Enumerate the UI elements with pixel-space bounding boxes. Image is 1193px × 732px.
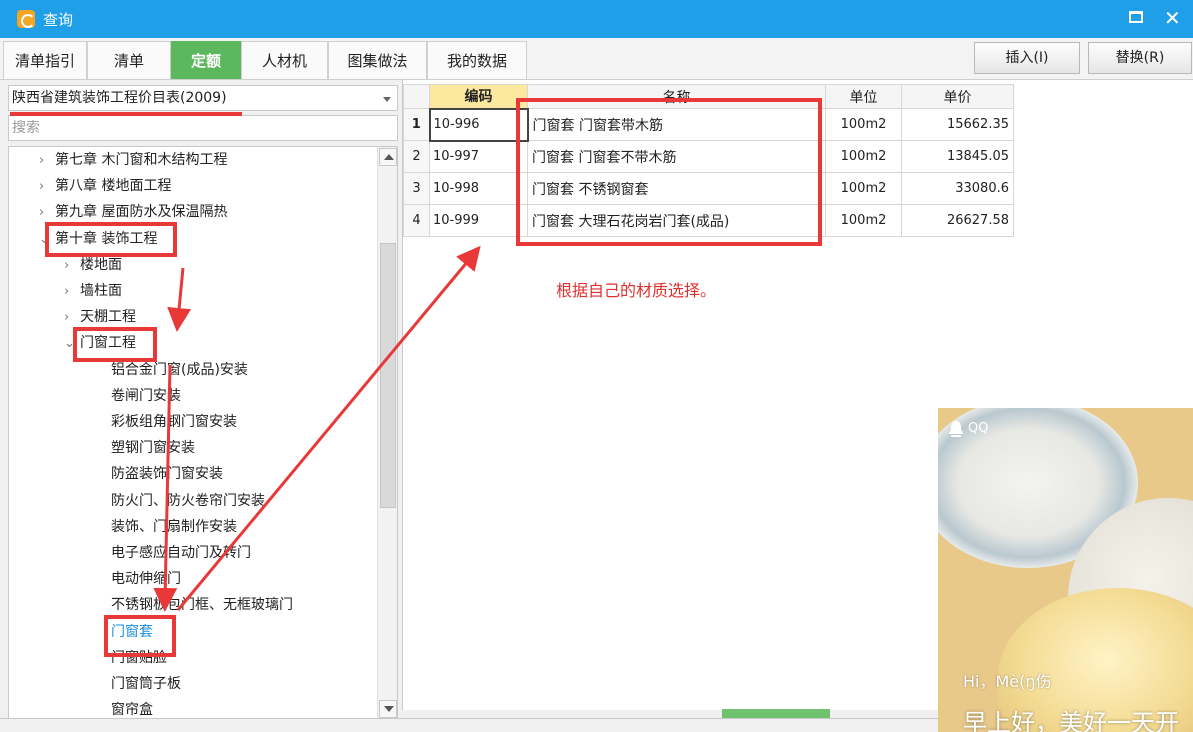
tab-my-data[interactable]: 我的数据 xyxy=(427,41,527,79)
tree-item[interactable]: 电子感应自动门及转门 xyxy=(111,541,251,565)
tree-item[interactable]: › 第八章 楼地面工程 xyxy=(39,174,171,198)
insert-button[interactable]: 插入(I) xyxy=(974,42,1080,74)
tree-item[interactable]: 卷闸门安装 xyxy=(111,384,181,408)
tree-item-label: 第七章 木门窗和木结构工程 xyxy=(55,152,228,168)
annotation-box-chapter10 xyxy=(45,222,177,257)
tree-item-label: 不锈钢板包门框、无框玻璃门 xyxy=(111,597,293,614)
index-header xyxy=(403,84,430,109)
tab-bill-guide[interactable]: 清单指引 xyxy=(3,41,87,79)
tree-item[interactable]: 塑钢门窗安装 xyxy=(111,436,195,460)
tree-item-label: 塑钢门窗安装 xyxy=(111,440,195,457)
chevron-right-icon[interactable]: › xyxy=(39,149,55,173)
tab-bar: 清单指引 清单 定额 人材机 图集做法 我的数据 插入(I) 替换(R) xyxy=(0,38,1193,80)
tree-item[interactable]: 电动伸缩门 xyxy=(111,567,181,591)
tree-item-label: 窗帘盒 xyxy=(111,702,153,719)
row-index[interactable]: 3 xyxy=(403,172,430,205)
unit-cell[interactable]: 100m2 xyxy=(825,204,902,237)
tree-scrollbar[interactable] xyxy=(377,147,397,719)
tree-item-label: 卷闸门安装 xyxy=(111,387,181,404)
qq-greeting: Hi，Mè(ŋ伤 xyxy=(963,672,1052,691)
annotation-box-door-casing xyxy=(104,615,176,657)
price-cell[interactable]: 13845.05 xyxy=(901,140,1014,173)
tab-bill[interactable]: 清单 xyxy=(87,41,171,79)
chevron-right-icon[interactable]: › xyxy=(64,254,80,278)
tree-item-label: 第八章 楼地面工程 xyxy=(55,178,172,195)
chevron-down-icon[interactable] xyxy=(383,97,391,102)
qq-penguin-icon xyxy=(949,421,963,437)
qq-app-label: QQ xyxy=(968,421,989,436)
tree-item[interactable]: 门窗筒子板 xyxy=(111,672,181,696)
row-index[interactable]: 4 xyxy=(403,204,430,237)
code-header[interactable]: 编码 xyxy=(429,84,528,109)
horizontal-scroll-handle[interactable] xyxy=(722,709,830,718)
app-logo-icon xyxy=(17,10,35,28)
price-header[interactable]: 单价 xyxy=(901,84,1014,109)
tab-quota[interactable]: 定额 xyxy=(171,41,241,79)
chevron-right-icon[interactable]: › xyxy=(64,280,80,304)
code-cell[interactable]: 10-997 xyxy=(429,140,528,173)
row-index[interactable]: 1 xyxy=(403,108,430,141)
tree-item-label: 第九章 屋面防水及保温隔热 xyxy=(55,204,228,221)
tree-item[interactable]: 彩板组角钢门窗安装 xyxy=(111,410,237,434)
price-cell[interactable]: 33080.6 xyxy=(901,172,1014,205)
code-cell[interactable]: 10-998 xyxy=(429,172,528,205)
replace-button[interactable]: 替换(R) xyxy=(1088,42,1192,74)
price-cell[interactable]: 26627.58 xyxy=(901,204,1014,237)
tree-item[interactable]: 装饰、门扇制作安装 xyxy=(111,515,237,539)
chevron-right-icon[interactable]: › xyxy=(39,175,55,199)
row-index[interactable]: 2 xyxy=(403,140,430,173)
close-icon[interactable]: ✕ xyxy=(1164,5,1181,31)
scrollbar-thumb[interactable] xyxy=(380,243,396,508)
library-selected-value: 陕西省建筑装饰工程价目表(2009) xyxy=(12,90,227,106)
tree-item[interactable]: › 第七章 木门窗和木结构工程 xyxy=(39,148,227,172)
annotation-underline xyxy=(10,112,242,116)
tree-item-label: 门窗筒子板 xyxy=(111,676,181,692)
tree-item-label: 天棚工程 xyxy=(80,309,136,326)
tree-item-label: 墙柱面 xyxy=(80,283,122,299)
annotation-hint: 根据自己的材质选择。 xyxy=(556,281,717,300)
window-title: 查询 xyxy=(43,11,74,29)
tree-item-label: 装饰、门扇制作安装 xyxy=(111,518,237,535)
tree-item-label: 电动伸缩门 xyxy=(111,571,181,588)
tree-item-label: 楼地面 xyxy=(80,256,122,273)
tree-item[interactable]: 不锈钢板包门框、无框玻璃门 xyxy=(111,593,293,617)
annotation-box-door-window xyxy=(73,327,157,362)
qq-notification-popup[interactable]: QQ Hi，Mè(ŋ伤 早上好，美好一天开 xyxy=(938,408,1193,732)
search-input[interactable] xyxy=(8,115,398,141)
tree-item-label: 电子感应自动门及转门 xyxy=(111,545,251,561)
unit-cell[interactable]: 100m2 xyxy=(825,140,902,173)
unit-cell[interactable]: 100m2 xyxy=(825,172,902,205)
scroll-up-icon[interactable] xyxy=(379,148,397,166)
maximize-icon[interactable] xyxy=(1129,11,1143,23)
title-bar: 查询 ✕ xyxy=(0,0,1193,38)
qq-message: 早上好，美好一天开 xyxy=(963,709,1179,732)
tree-item-label: 彩板组角钢门窗安装 xyxy=(111,414,237,430)
left-panel: 陕西省建筑装饰工程价目表(2009) ›第七章 木门窗和木结构工程›第八章 楼地… xyxy=(0,80,402,732)
tree-item[interactable]: › 墙柱面 xyxy=(64,279,122,303)
scroll-down-icon[interactable] xyxy=(379,700,397,718)
bottom-edge xyxy=(0,718,940,732)
annotation-box-results xyxy=(516,98,822,246)
unit-cell[interactable]: 100m2 xyxy=(825,108,902,141)
tree-item[interactable]: › 天棚工程 xyxy=(64,305,136,329)
tree-item[interactable]: 防火门、防火卷帘门安装 xyxy=(111,489,265,513)
price-cell[interactable]: 15662.35 xyxy=(901,108,1014,141)
library-dropdown[interactable]: 陕西省建筑装饰工程价目表(2009) xyxy=(8,85,398,111)
tree-item-label: 防盗装饰门窗安装 xyxy=(111,466,223,483)
unit-header[interactable]: 单位 xyxy=(825,84,902,109)
tree-item-label: 铝合金门窗(成品)安装 xyxy=(111,361,248,378)
tree-item[interactable]: 防盗装饰门窗安装 xyxy=(111,462,223,486)
tab-labor-material-machine[interactable]: 人材机 xyxy=(241,41,328,79)
code-cell[interactable]: 10-996 xyxy=(428,107,529,142)
tab-atlas-method[interactable]: 图集做法 xyxy=(328,41,427,79)
tree-item-label: 防火门、防火卷帘门安装 xyxy=(111,492,265,509)
tree-item[interactable]: 窗帘盒 xyxy=(111,698,153,719)
code-cell[interactable]: 10-999 xyxy=(429,204,528,237)
tree-item[interactable]: › 第九章 屋面防水及保温隔热 xyxy=(39,200,227,224)
